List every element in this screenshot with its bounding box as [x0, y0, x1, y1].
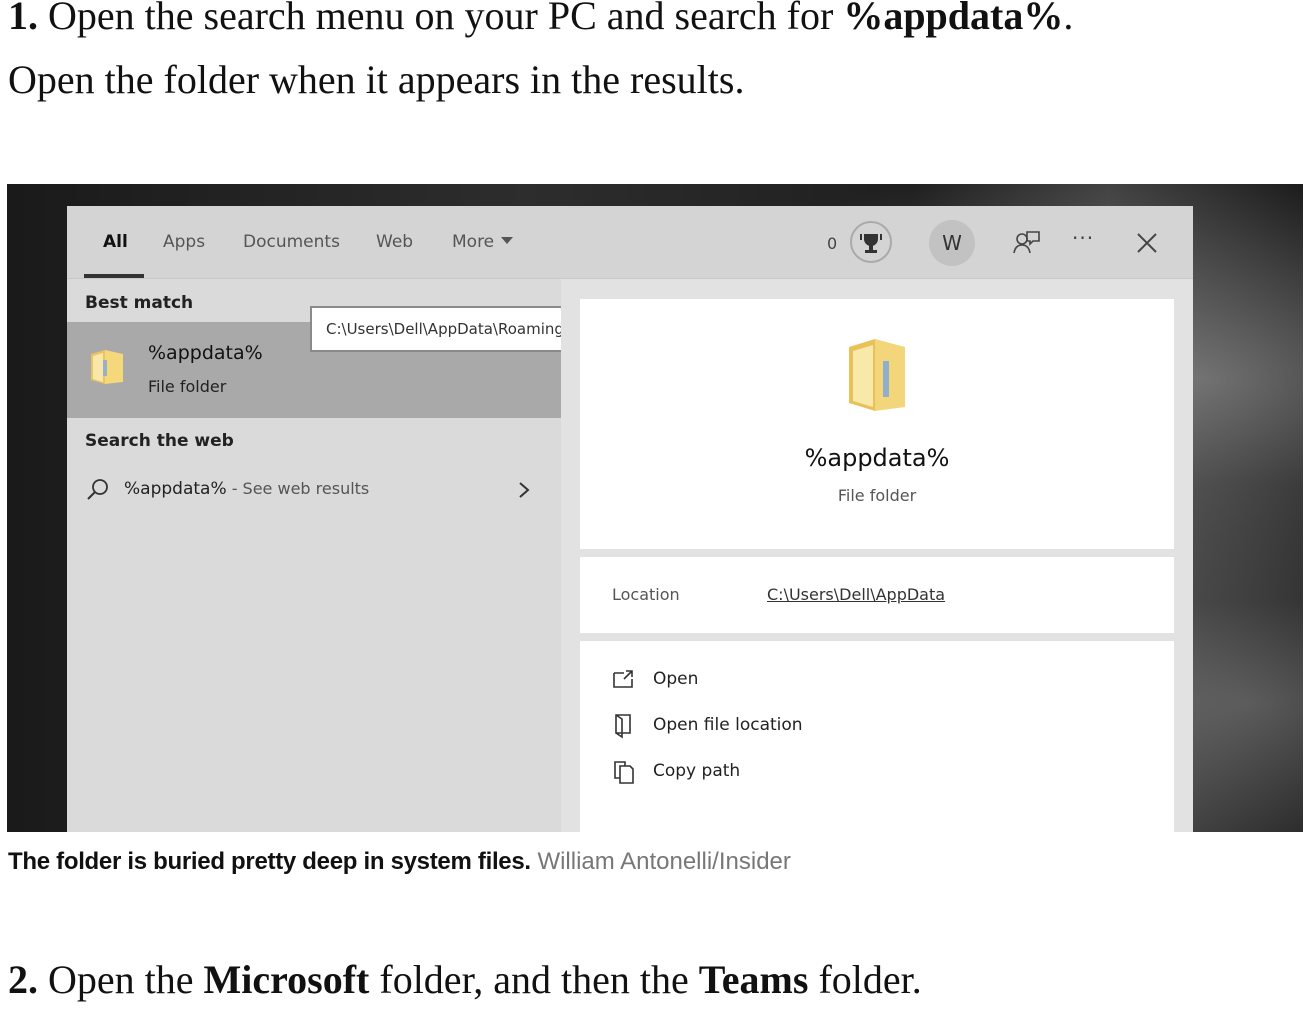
screenshot: All Apps Documents Web More 0 W ··· Best… — [7, 184, 1303, 832]
folder-icon — [91, 350, 123, 384]
chevron-down-icon — [501, 237, 514, 244]
web-result-query: %appdata% — [124, 479, 227, 499]
copy-path-action[interactable]: Copy path — [612, 757, 1152, 789]
step-2-bold-teams: Teams — [698, 957, 809, 1002]
actions-card: Open Open file location Copy path — [580, 641, 1174, 832]
feedback-icon[interactable] — [1012, 228, 1042, 258]
image-caption: The folder is buried pretty deep in syst… — [8, 848, 791, 876]
best-match-subtitle: File folder — [148, 377, 227, 396]
detail-subtitle: File folder — [837, 486, 917, 505]
open-action-label: Open — [653, 669, 699, 689]
avatar[interactable]: W — [929, 220, 975, 266]
active-tab-indicator — [84, 274, 144, 278]
copy-path-icon — [614, 761, 634, 784]
step-1-text-b: . — [1063, 0, 1074, 38]
tab-more-label: More — [452, 232, 495, 252]
location-card: Location C:\Users\Dell\AppData — [580, 557, 1174, 633]
open-file-location-label: Open file location — [653, 715, 803, 735]
windows-search-panel: All Apps Documents Web More 0 W ··· Best… — [67, 206, 1193, 832]
step-2-text-3: folder. — [808, 957, 922, 1002]
step-2-text-1: Open the — [38, 957, 204, 1002]
location-link[interactable]: C:\Users\Dell\AppData — [767, 585, 945, 604]
chevron-right-icon[interactable] — [517, 479, 531, 501]
tab-more[interactable]: More — [452, 232, 514, 252]
step-1-line-2: Open the folder when it appears in the r… — [8, 57, 745, 102]
tab-all[interactable]: All — [103, 232, 128, 252]
detail-header-card: %appdata% File folder — [580, 299, 1174, 549]
search-web-header: Search the web — [85, 431, 234, 451]
open-file-location-action[interactable]: Open file location — [612, 711, 1152, 743]
copy-path-label: Copy path — [653, 761, 741, 781]
result-detail-pane: %appdata% File folder Location C:\Users\… — [561, 279, 1193, 832]
step-1-bold-term: %appdata% — [843, 0, 1064, 38]
rewards-icon[interactable] — [850, 221, 892, 263]
detail-title: %appdata% — [804, 444, 950, 472]
location-label: Location — [612, 585, 680, 604]
tab-web[interactable]: Web — [376, 232, 413, 252]
caption-text: The folder is buried pretty deep in syst… — [8, 848, 531, 875]
results-list: Best match %appdata% File folder Search … — [67, 279, 561, 832]
close-icon[interactable] — [1132, 228, 1162, 258]
open-action[interactable]: Open — [612, 665, 1152, 697]
best-match-title: %appdata% — [148, 342, 263, 364]
step-2-text: 2. Open the Microsoft folder, and then t… — [8, 948, 922, 1012]
step-1-number: 1. — [8, 0, 38, 38]
open-file-location-icon — [615, 714, 631, 739]
path-tooltip: C:\Users\Dell\AppData\Roaming — [310, 306, 590, 352]
step-2-bold-microsoft: Microsoft — [203, 957, 370, 1002]
step-1-text-a: Open the search menu on your PC and sear… — [38, 0, 844, 38]
more-options-icon[interactable]: ··· — [1072, 226, 1102, 256]
folder-icon — [849, 339, 905, 411]
search-icon — [87, 479, 108, 500]
tab-apps[interactable]: Apps — [163, 232, 205, 252]
caption-credit: William Antonelli/Insider — [530, 848, 791, 875]
web-result-suffix: - See web results — [226, 479, 370, 498]
step-1-text: 1. Open the search menu on your PC and s… — [8, 0, 1073, 112]
open-icon — [613, 670, 633, 688]
best-match-header: Best match — [85, 293, 194, 313]
step-2-number: 2. — [8, 957, 38, 1002]
rewards-count: 0 — [827, 234, 838, 253]
step-2-text-2: folder, and then the — [369, 957, 699, 1002]
tab-documents[interactable]: Documents — [243, 232, 340, 252]
web-result[interactable]: %appdata% - See web results — [67, 469, 561, 513]
search-tab-bar: All Apps Documents Web More 0 W ··· — [67, 206, 1193, 279]
